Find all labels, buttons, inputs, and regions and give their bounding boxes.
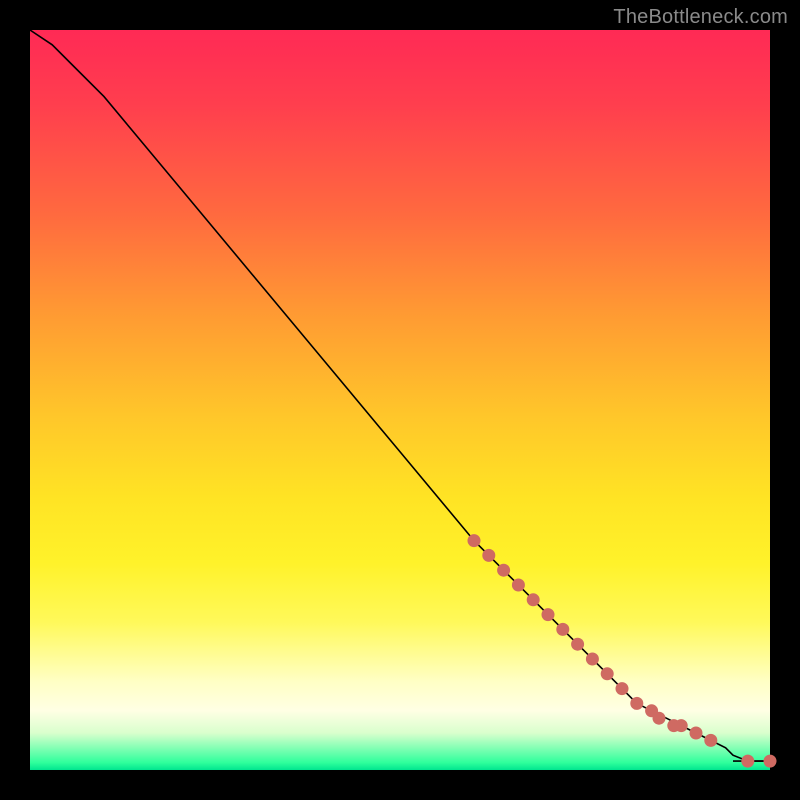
- data-point-marker: [556, 623, 569, 636]
- data-point-marker: [527, 593, 540, 606]
- curve-line: [30, 30, 770, 761]
- data-point-marker: [764, 755, 777, 768]
- chart-frame: TheBottleneck.com: [0, 0, 800, 800]
- data-point-marker: [497, 564, 510, 577]
- data-point-marker: [704, 734, 717, 747]
- data-point-marker: [586, 653, 599, 666]
- data-point-marker: [571, 638, 584, 651]
- data-point-marker: [512, 579, 525, 592]
- data-point-marker: [542, 608, 555, 621]
- marker-group: [468, 534, 777, 768]
- data-point-marker: [630, 697, 643, 710]
- data-point-marker: [601, 667, 614, 680]
- data-point-marker: [616, 682, 629, 695]
- chart-overlay-svg: [30, 30, 770, 770]
- data-point-marker: [741, 755, 754, 768]
- data-point-marker: [675, 719, 688, 732]
- data-point-marker: [468, 534, 481, 547]
- data-point-marker: [690, 727, 703, 740]
- data-point-marker: [482, 549, 495, 562]
- watermark-text: TheBottleneck.com: [613, 6, 788, 29]
- data-point-marker: [653, 712, 666, 725]
